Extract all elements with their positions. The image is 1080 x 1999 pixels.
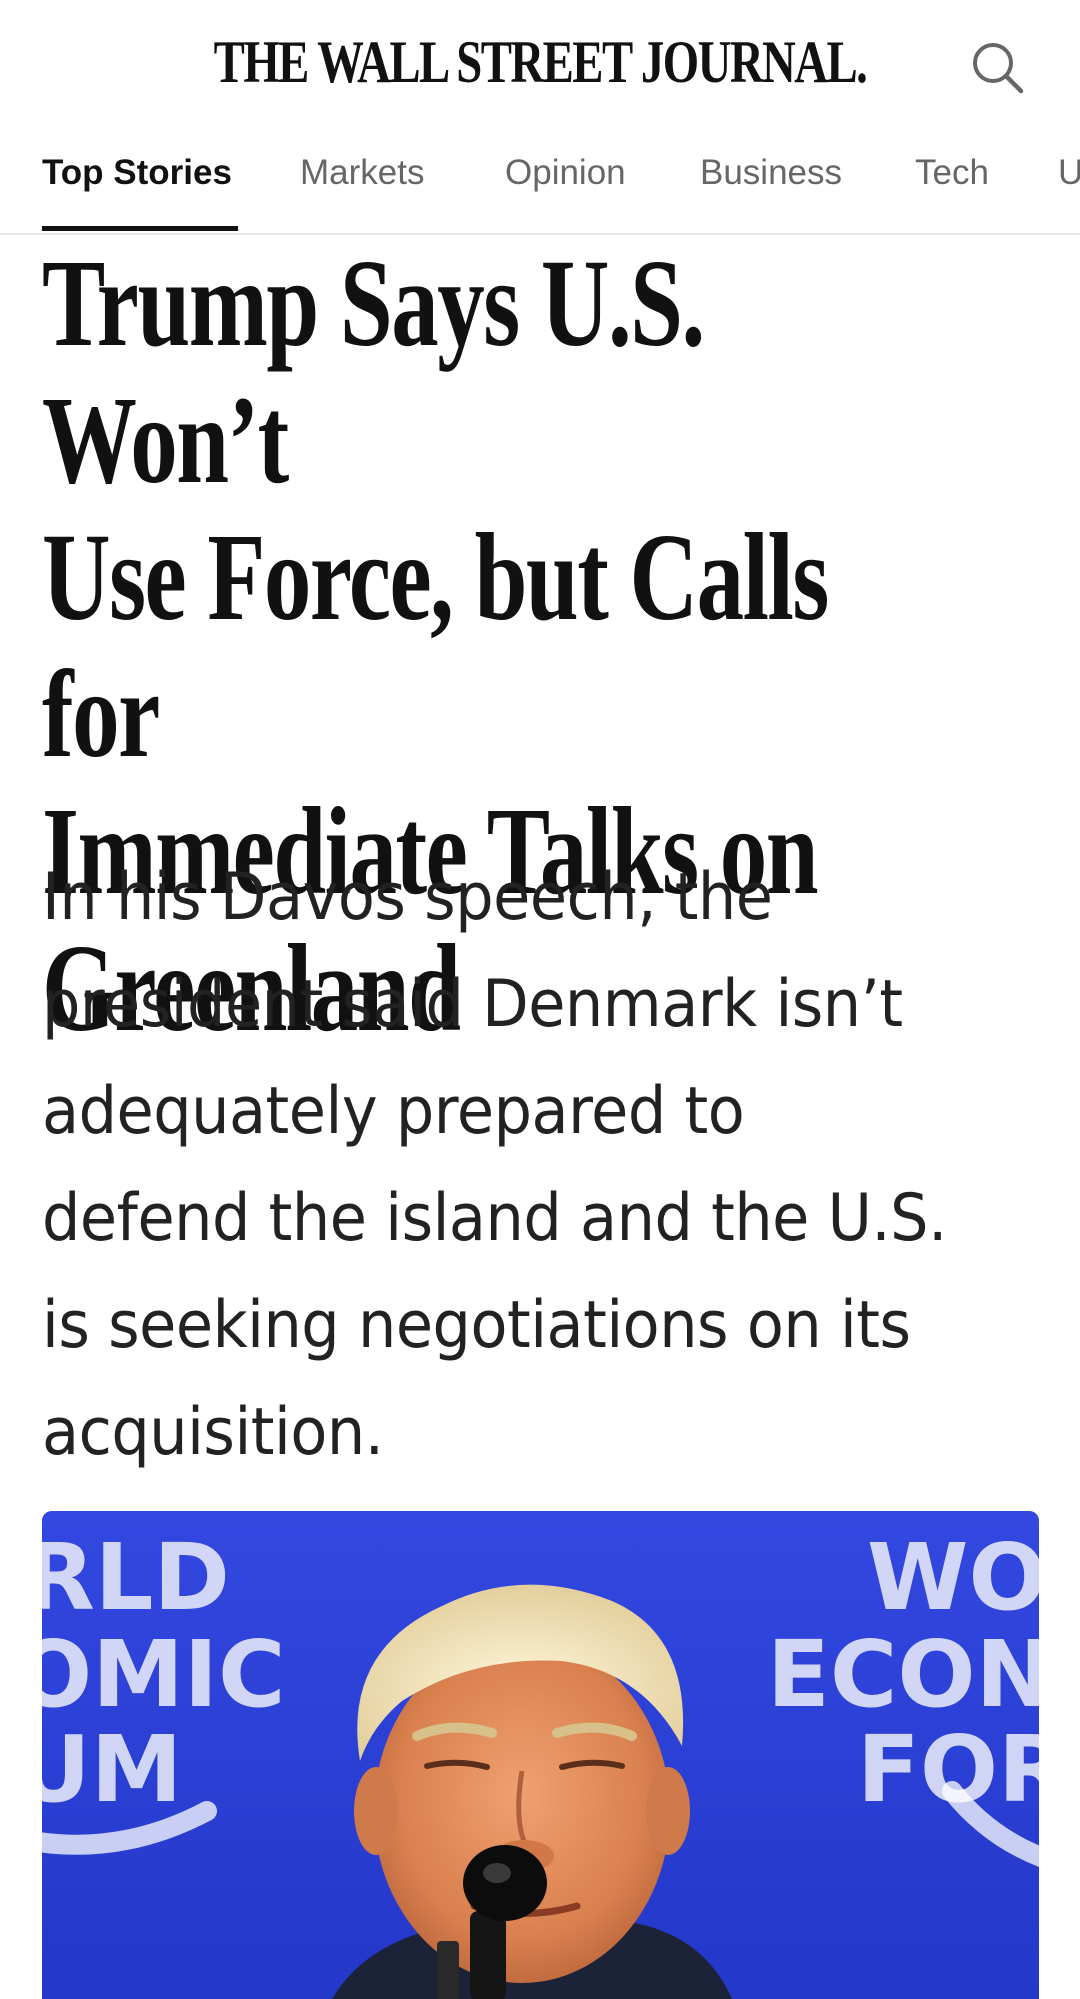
section-tabs: Top Stories Markets Opinion Business Tec… [0,135,1080,235]
summary-line: In his Davos speech, the [42,860,773,935]
headline-line: Use Force, but Calls for [42,509,829,784]
summary-line: defend the island and the U.S. [42,1181,947,1256]
svg-text:ECON: ECON [767,1621,1039,1728]
headline-line: Trump Says U.S. Won’t [42,235,705,510]
svg-text:WO: WO [867,1524,1039,1631]
search-button[interactable] [968,38,1028,98]
masthead: THE WALL STREET JOURNAL. [0,0,1080,135]
summary-line: president said Denmark isn’t [42,967,903,1042]
summary-line: adequately prepared to [42,1074,745,1149]
wsj-logo[interactable]: THE WALL STREET JOURNAL. [119,28,961,97]
tab-opinion[interactable]: Opinion [505,153,626,193]
summary-line: acquisition. [42,1395,384,1470]
svg-text:UM: UM [42,1716,182,1823]
summary-line: is seeking negotiations on its [42,1288,911,1363]
tab-u-partial[interactable]: U [1058,153,1080,193]
tab-top-stories[interactable]: Top Stories [42,153,232,193]
speaker-photo: RLD OMIC UM WO ECON FOR [42,1511,1039,1999]
article-lead-image[interactable]: RLD OMIC UM WO ECON FOR [42,1511,1039,1999]
svg-text:FOR: FOR [857,1716,1039,1823]
tab-business[interactable]: Business [700,153,842,193]
search-icon [973,43,1024,94]
active-tab-indicator [42,226,238,231]
svg-text:RLD: RLD [42,1524,230,1631]
tab-tech[interactable]: Tech [915,153,989,193]
tab-markets[interactable]: Markets [300,153,424,193]
svg-text:OMIC: OMIC [42,1621,286,1728]
article-summary: In his Davos speech, the president said … [42,844,972,1486]
